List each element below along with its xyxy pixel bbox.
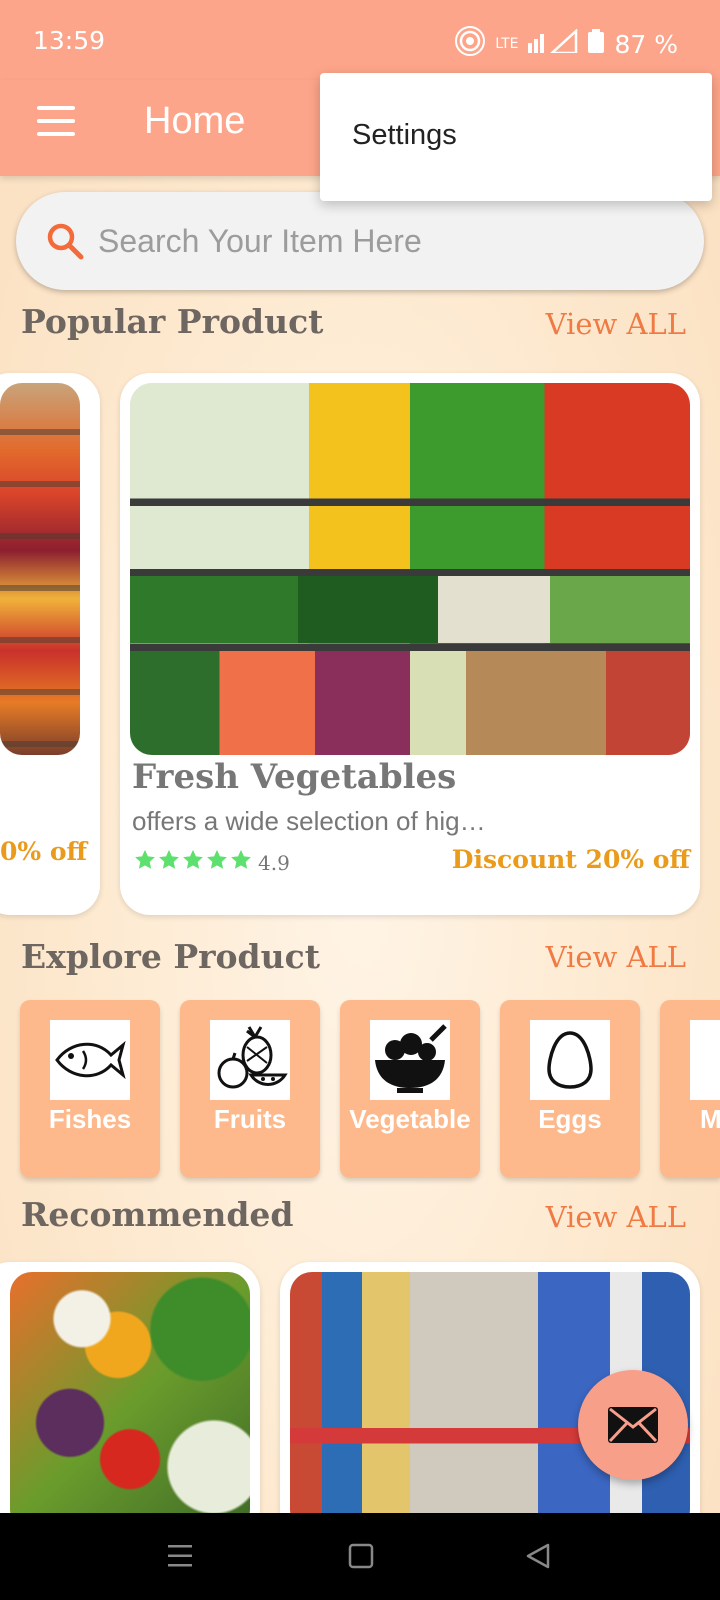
category-label: Fishes [48,1104,132,1134]
rating-value: 4.9 [258,851,290,875]
recommended-image-vegetables [10,1272,250,1532]
view-all-recommended-link[interactable]: View ALL [546,1200,686,1234]
star-icon [207,849,227,869]
section-title-popular: Popular Product [21,302,324,341]
product-description: offers a wide selection of hig… [132,806,486,836]
fruits-icon [210,1020,290,1100]
signal-icon [528,28,578,59]
search-icon [47,223,84,260]
status-indicators: LTE 87 % [455,26,678,62]
discount-label: Discount 20% off [451,845,690,874]
egg-icon [530,1020,610,1100]
search-bar[interactable] [16,192,704,290]
search-input[interactable] [98,214,658,268]
star-icon [135,849,155,869]
category-label: Eggs [538,1104,602,1134]
home-icon[interactable] [348,1543,374,1569]
category-tile-partial[interactable]: M [660,1000,720,1178]
category-label: M [700,1104,720,1134]
star-rating [134,849,252,871]
category-tile-eggs[interactable]: Eggs [500,1000,640,1178]
battery-icon [588,29,605,59]
category-label: Vegetable [349,1104,471,1134]
view-all-explore-link[interactable]: View ALL [546,940,686,974]
category-tile-fruits[interactable]: Fruits [180,1000,320,1178]
status-bar: 13:59 LTE 87 % [0,0,720,80]
product-image-fruits [0,383,80,755]
battery-level: 87 % [614,29,678,59]
category-tile-vegetable[interactable]: Vegetable [340,1000,480,1178]
discount-label: 0% off [0,837,88,866]
menu-item-settings[interactable]: Settings [352,119,457,152]
section-title-explore: Explore Product [21,937,320,976]
recent-apps-icon[interactable] [166,1543,194,1569]
network-type: LTE [495,36,519,52]
section-title-recommended: Recommended [21,1195,294,1234]
category-tile-fishes[interactable]: Fishes [20,1000,160,1178]
hotspot-icon [455,26,486,62]
partial-category-icon [690,1020,720,1100]
overflow-menu: Settings [320,73,712,201]
mail-icon [608,1407,658,1443]
product-title: Fresh Vegetables [132,757,457,797]
page-title: Home [144,100,246,142]
star-icon [231,849,251,869]
status-time: 13:59 [33,26,106,55]
vegetable-bowl-icon [370,1020,450,1100]
system-navigation-bar [0,1513,720,1600]
star-icon [159,849,179,869]
hamburger-menu-icon[interactable] [37,106,75,136]
product-image-vegetables [130,383,690,755]
view-all-popular-link[interactable]: View ALL [546,307,686,341]
category-label: Fruits [213,1104,287,1134]
mail-fab-button[interactable] [578,1370,688,1480]
back-icon[interactable] [524,1542,552,1570]
product-card-partial[interactable]: 0% off [0,373,100,915]
fish-icon [50,1020,130,1100]
product-card-fresh-vegetables[interactable]: Fresh Vegetables offers a wide selection… [120,373,700,915]
recommended-card-1[interactable] [0,1262,260,1542]
star-icon [183,849,203,869]
